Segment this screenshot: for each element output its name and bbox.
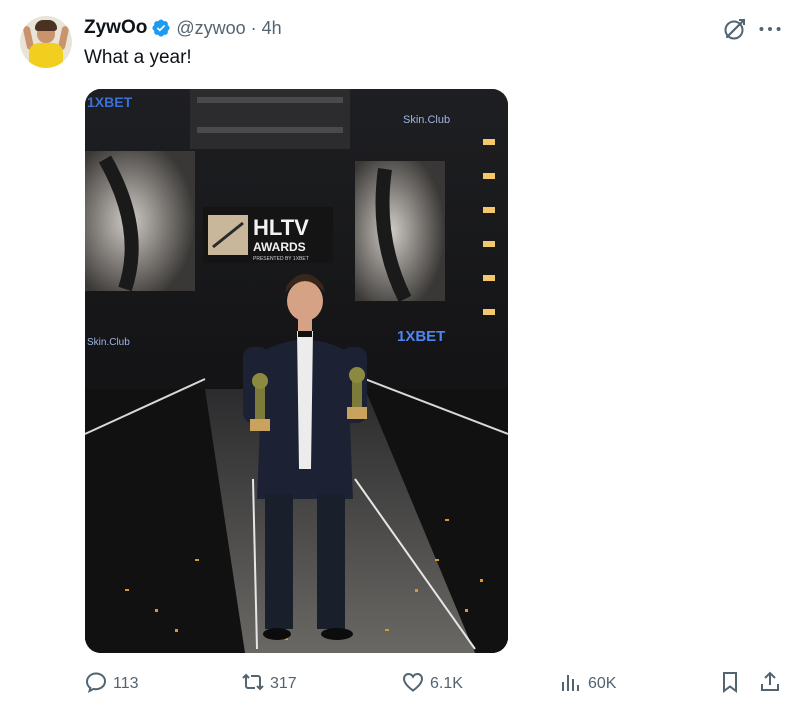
like-button[interactable]: 6.1K — [401, 666, 463, 702]
retweet-count: 317 — [270, 675, 297, 692]
tweet: ZywOo @zywoo · 4h What a year! HLTV AWAR… — [0, 0, 800, 705]
tweet-text: What a year! — [84, 47, 192, 68]
views-count: 60K — [588, 675, 617, 692]
awards-logo-text: AWARDS — [253, 240, 306, 254]
verified-badge-icon — [151, 18, 171, 38]
avatar-shirt — [29, 43, 63, 68]
views-icon — [559, 670, 583, 699]
tweet-actions: 113 317 6.1K 60K — [0, 666, 800, 702]
stage-photo: HLTV AWARDS PRESENTED BY 1XBET 1XBET Ski… — [85, 89, 508, 653]
grok-icon[interactable] — [722, 16, 748, 42]
share-button[interactable] — [758, 666, 782, 702]
tweet-media-photo[interactable]: HLTV AWARDS PRESENTED BY 1XBET 1XBET Ski… — [85, 89, 508, 653]
reply-icon — [84, 670, 108, 699]
separator-dot: · — [250, 17, 257, 38]
tweet-header: ZywOo @zywoo · 4h — [84, 16, 282, 40]
reply-button[interactable]: 113 — [84, 666, 139, 702]
author-handle[interactable]: @zywoo — [176, 18, 245, 39]
more-icon[interactable] — [756, 16, 784, 42]
bookmark-icon — [718, 670, 742, 699]
retweet-icon — [241, 670, 265, 699]
avatar-hair — [35, 20, 57, 31]
avatar[interactable] — [20, 16, 72, 68]
hltv-logo-text: HLTV — [253, 215, 309, 240]
reply-count: 113 — [113, 675, 139, 692]
sponsor-skinclub-top: Skin.Club — [403, 114, 450, 126]
author-name[interactable]: ZywOo — [84, 17, 147, 39]
sponsor-skinclub-left: Skin.Club — [87, 337, 130, 348]
timestamp[interactable]: 4h — [262, 18, 282, 39]
bookmark-button[interactable] — [718, 666, 742, 702]
views-button[interactable]: 60K — [559, 666, 616, 702]
share-icon — [758, 670, 782, 699]
presented-by-text: PRESENTED BY 1XBET — [253, 256, 309, 262]
retweet-button[interactable]: 317 — [241, 666, 297, 702]
sponsor-1xbet-top: 1XBET — [87, 94, 133, 110]
heart-icon — [401, 670, 425, 699]
sponsor-1xbet-right: 1XBET — [397, 328, 445, 345]
like-count: 6.1K — [430, 675, 463, 692]
